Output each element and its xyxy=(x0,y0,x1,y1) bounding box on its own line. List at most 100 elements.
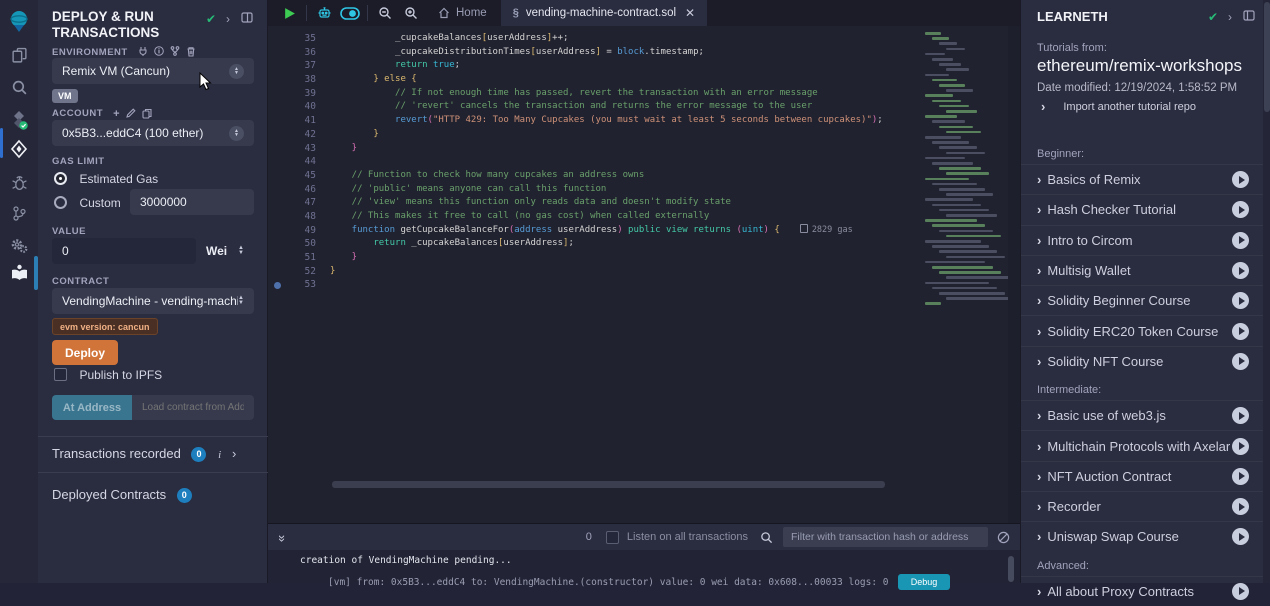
play-icon[interactable] xyxy=(1232,438,1249,455)
gutter-margin[interactable] xyxy=(268,224,290,238)
tutorial-item[interactable]: ›Multisig Wallet xyxy=(1021,255,1263,285)
play-icon[interactable] xyxy=(1232,353,1249,370)
edit-icon[interactable] xyxy=(126,108,136,118)
gutter-margin[interactable] xyxy=(268,210,290,224)
estimated-gas-radio[interactable] xyxy=(54,172,67,185)
gutter-margin[interactable] xyxy=(268,32,290,46)
gutter-margin[interactable] xyxy=(268,46,290,60)
gutter-margin[interactable] xyxy=(268,114,290,128)
run-script-icon[interactable] xyxy=(276,0,302,26)
search-icon[interactable] xyxy=(760,531,773,544)
tutorial-item[interactable]: ›Recorder xyxy=(1021,491,1263,521)
code-text[interactable]: // If not enough time has passed, revert… xyxy=(316,87,818,101)
solidity-compiler-icon[interactable] xyxy=(0,105,38,135)
environment-select[interactable]: Remix VM (Cancun) ▲▼ xyxy=(52,58,254,84)
expand-terminal-icon[interactable]: » xyxy=(275,534,290,539)
play-icon[interactable] xyxy=(1232,498,1249,515)
tutorial-item[interactable]: ›Solidity NFT Course xyxy=(1021,346,1263,376)
chevron-right-icon[interactable]: › xyxy=(226,12,230,26)
learneth-book-icon[interactable] xyxy=(0,258,38,288)
tutorial-item[interactable]: ›Intro to Circom xyxy=(1021,225,1263,255)
play-icon[interactable] xyxy=(1232,201,1249,218)
tutorial-item[interactable]: ›Multichain Protocols with Axelar xyxy=(1021,430,1263,460)
account-select[interactable]: 0x5B3...eddC4 (100 ether) ▲▼ xyxy=(52,120,254,146)
filter-input[interactable] xyxy=(783,527,988,547)
tab-file-active[interactable]: § vending-machine-contract.sol ✕ xyxy=(501,0,707,26)
gutter-margin[interactable] xyxy=(268,169,290,183)
zoom-out-icon[interactable] xyxy=(372,0,398,26)
gutter-margin[interactable] xyxy=(268,128,290,142)
play-icon[interactable] xyxy=(1232,292,1249,309)
code-text[interactable]: // 'revert' cancels the transaction and … xyxy=(316,100,812,114)
gutter-margin[interactable] xyxy=(268,87,290,101)
remix-logo-icon[interactable] xyxy=(0,6,38,36)
panel-layout-icon[interactable] xyxy=(1243,10,1255,24)
chevron-right-icon[interactable]: › xyxy=(232,446,236,461)
panel-layout-icon[interactable] xyxy=(241,12,253,26)
chevron-right-icon[interactable]: › xyxy=(1228,10,1232,24)
tab-home[interactable]: Home xyxy=(424,0,501,26)
minimap[interactable] xyxy=(925,32,1015,332)
plug-icon[interactable] xyxy=(138,46,148,56)
tutorial-item[interactable]: ›Basics of Remix xyxy=(1021,164,1263,194)
gutter-margin[interactable] xyxy=(268,251,290,265)
code-text[interactable]: // 'view' means this function only reads… xyxy=(316,196,731,210)
code-text[interactable]: } xyxy=(316,128,379,142)
tutorial-item[interactable]: ›Solidity ERC20 Token Course xyxy=(1021,315,1263,345)
code-text[interactable]: } xyxy=(316,142,357,156)
settings-icon[interactable] xyxy=(0,230,38,260)
trash-icon[interactable] xyxy=(186,46,196,57)
code-text[interactable]: _cupcakeDistributionTimes[userAddress] =… xyxy=(316,46,704,60)
code-text[interactable] xyxy=(316,278,330,292)
code-text[interactable]: _cupcakeBalances[userAddress]++; xyxy=(316,32,568,46)
clear-console-icon[interactable] xyxy=(997,531,1010,544)
gutter-margin[interactable] xyxy=(268,196,290,210)
editor-horizontal-scrollbar[interactable] xyxy=(332,481,885,488)
tutorial-item[interactable]: ›Basic use of web3.js xyxy=(1021,400,1263,430)
tutorial-item[interactable]: ›NFT Auction Contract xyxy=(1021,461,1263,491)
publish-ipfs-checkbox[interactable] xyxy=(54,368,67,381)
copy-icon[interactable] xyxy=(142,108,152,119)
at-address-input[interactable] xyxy=(132,395,254,420)
learneth-scrollbar[interactable] xyxy=(1263,0,1270,583)
code-text[interactable]: return _cupcakeBalances[userAddress]; xyxy=(316,237,574,251)
code-text[interactable]: } xyxy=(316,251,357,265)
contract-select[interactable]: VendingMachine - vending-machin ▲▼ xyxy=(52,288,254,314)
deploy-run-icon[interactable] xyxy=(0,134,38,164)
code-text[interactable] xyxy=(316,155,330,169)
code-text[interactable]: return true; xyxy=(316,59,460,73)
search-icon[interactable] xyxy=(0,72,38,102)
editor-vertical-scrollbar[interactable] xyxy=(1008,26,1020,523)
import-repo-row[interactable]: › Import another tutorial repo xyxy=(1041,99,1196,114)
info-icon[interactable] xyxy=(154,46,164,56)
gutter-margin[interactable] xyxy=(268,142,290,156)
git-icon[interactable] xyxy=(0,198,38,228)
tutorial-item[interactable]: ›Solidity Beginner Course xyxy=(1021,285,1263,315)
gutter-margin[interactable] xyxy=(268,155,290,169)
value-input[interactable] xyxy=(52,238,196,264)
code-lines[interactable]: 35 _cupcakeBalances[userAddress]++;36 _c… xyxy=(268,32,1008,292)
custom-gas-input[interactable] xyxy=(130,189,254,215)
code-text[interactable]: } xyxy=(316,265,335,279)
zoom-in-icon[interactable] xyxy=(398,0,424,26)
close-icon[interactable]: ✕ xyxy=(685,6,695,20)
terminal-scrollbar[interactable] xyxy=(1008,556,1014,582)
play-icon[interactable] xyxy=(1232,528,1249,545)
gutter-margin[interactable] xyxy=(268,183,290,197)
tutorial-item[interactable]: ›Hash Checker Tutorial xyxy=(1021,194,1263,224)
code-text[interactable]: revert("HTTP 429: Too Many Cupcakes (you… xyxy=(316,114,883,128)
gutter-margin[interactable] xyxy=(268,59,290,73)
code-text[interactable]: // 'public' means anyone can call this f… xyxy=(316,183,606,197)
custom-gas-radio[interactable] xyxy=(54,196,67,209)
play-icon[interactable] xyxy=(1232,583,1249,600)
code-text[interactable]: } else { xyxy=(316,73,417,87)
play-icon[interactable] xyxy=(1232,323,1249,340)
play-icon[interactable] xyxy=(1232,407,1249,424)
play-icon[interactable] xyxy=(1232,171,1249,188)
play-icon[interactable] xyxy=(1232,262,1249,279)
value-unit-select[interactable]: Wei ▲▼ xyxy=(196,238,254,264)
transactions-recorded-row[interactable]: Transactions recorded 0 i › xyxy=(52,446,221,462)
deployed-contracts-row[interactable]: Deployed Contracts 0 xyxy=(52,487,192,503)
plus-icon[interactable]: + xyxy=(113,108,119,120)
tutorial-item[interactable]: ›All about Proxy Contracts xyxy=(1021,576,1263,606)
